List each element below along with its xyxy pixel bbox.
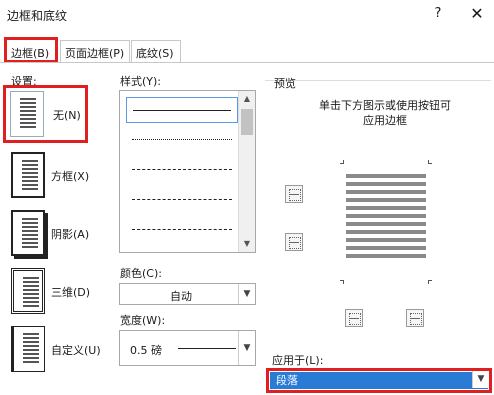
style-option-dotted[interactable] [126, 127, 238, 153]
scroll-down-icon[interactable]: ▼ [239, 236, 255, 252]
chevron-down-icon[interactable]: ▼ [238, 284, 255, 304]
tab-borders[interactable]: 边框(B) [4, 37, 58, 63]
title-bar: 边框和底纹 ? ✕ [0, 0, 494, 30]
style-list-scrollbar[interactable]: ▲ ▼ [238, 91, 255, 252]
style-label: 样式(Y): [120, 75, 162, 88]
apply-to-value: 段落 [270, 372, 488, 389]
right-border-button[interactable] [406, 309, 424, 327]
help-button[interactable]: ? [428, 4, 448, 24]
left-border-button[interactable] [345, 309, 363, 327]
border-style-list[interactable]: ▲ ▼ [119, 90, 256, 253]
scroll-up-icon[interactable]: ▲ [239, 91, 255, 107]
setting-3d-label: 三维(D) [51, 286, 91, 299]
close-button[interactable]: ✕ [466, 3, 488, 25]
width-sample-line [178, 348, 236, 349]
color-label: 颜色(C): [120, 267, 162, 280]
style-option-dashed[interactable] [126, 157, 238, 183]
color-value: 自动 [170, 290, 192, 303]
inside-horizontal-border-button[interactable] [285, 233, 303, 251]
setting-3d-thumbnail [11, 268, 45, 314]
scroll-thumb[interactable] [241, 109, 253, 135]
preview-note-line2: 应用边框 [363, 114, 407, 127]
chevron-down-icon[interactable]: ▼ [472, 371, 489, 388]
chevron-down-icon[interactable]: ▼ [238, 331, 255, 365]
setting-shadow[interactable]: 阴影(A) [9, 208, 104, 258]
setting-none[interactable]: 无(N) [3, 85, 88, 143]
apply-to-label: 应用于(L): [272, 354, 324, 367]
width-label: 宽度(W): [120, 314, 166, 327]
preview-label: 预览 [274, 77, 296, 90]
setting-3d[interactable]: 三维(D) [9, 266, 104, 316]
setting-custom-label: 自定义(U) [51, 344, 101, 357]
style-option-dash-dot[interactable] [126, 217, 238, 243]
preview-note-line1: 单击下方图示或使用按钮可 [319, 99, 451, 112]
style-option-dash-large[interactable] [126, 187, 238, 213]
style-option-solid[interactable] [126, 97, 238, 123]
tab-shading[interactable]: 底纹(S) [131, 40, 181, 62]
apply-to-select[interactable]: 段落 ▼ [266, 368, 492, 393]
setting-none-thumbnail [10, 91, 44, 137]
preview-instructions: 单击下方图示或使用按钮可 应用边框 [290, 98, 480, 128]
setting-custom[interactable]: 自定义(U) [9, 324, 104, 374]
width-value: 0.5 磅 [130, 344, 162, 357]
top-border-button[interactable] [285, 185, 303, 203]
setting-custom-thumbnail [11, 326, 45, 372]
color-select[interactable]: 自动 ▼ [119, 283, 256, 305]
setting-shadow-thumbnail [11, 210, 45, 256]
setting-none-label: 无(N) [53, 109, 81, 122]
dialog-title: 边框和底纹 [7, 9, 68, 23]
setting-shadow-label: 阴影(A) [51, 228, 90, 241]
setting-box[interactable]: 方框(X) [9, 150, 104, 200]
setting-box-thumbnail [11, 152, 45, 198]
width-select[interactable]: 0.5 磅 ▼ [119, 330, 256, 366]
tab-page-border[interactable]: 页面边框(P) [60, 40, 130, 62]
preview-diagram[interactable] [340, 160, 432, 284]
setting-box-label: 方框(X) [51, 170, 90, 183]
